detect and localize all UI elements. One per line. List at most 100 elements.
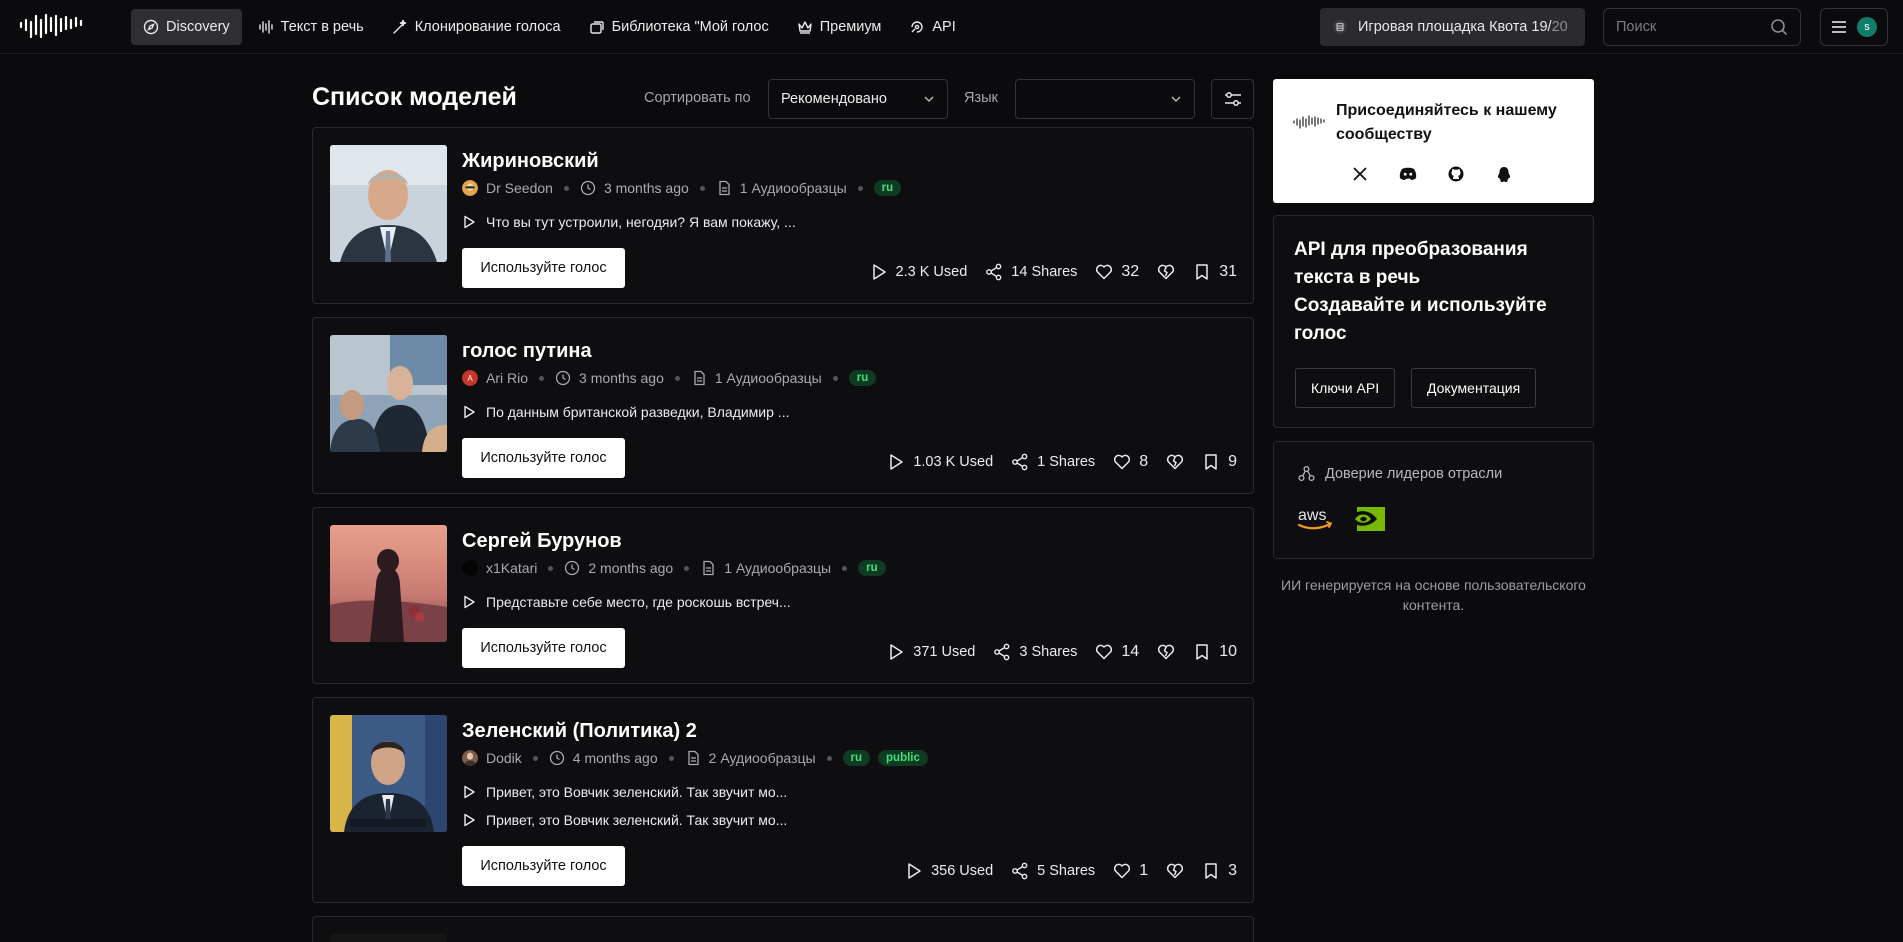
model-card[interactable]: Зеленский (Политика) 2 Dodik 4 months ag… — [312, 697, 1254, 903]
api-keys-button[interactable]: Ключи API — [1295, 368, 1396, 408]
documentation-button[interactable]: Документация — [1411, 368, 1537, 408]
play-icon — [890, 644, 904, 660]
use-voice-button[interactable]: Используйте голос — [462, 438, 625, 478]
trust-label: Доверие лидеров отрасли — [1325, 465, 1503, 482]
play-icon[interactable] — [462, 215, 476, 229]
model-thumbnail[interactable] — [330, 715, 447, 832]
saves-count: 9 — [1228, 453, 1237, 470]
model-meta: A Ari Rio 3 months ago 1 Аудиообразцы ru — [462, 370, 877, 386]
bookmark-icon — [1196, 264, 1208, 280]
broken-heart-icon — [1167, 863, 1184, 879]
saves-count: 3 — [1228, 862, 1237, 879]
share-button[interactable]: 3 Shares — [993, 643, 1077, 661]
model-title[interactable]: Жириновский — [462, 150, 599, 173]
share-button[interactable]: 1 Shares — [1011, 453, 1095, 471]
audio-sample[interactable]: Привет, это Вовчик зеленский. Так звучит… — [462, 812, 787, 828]
search-input[interactable] — [1616, 19, 1766, 35]
playground-quota[interactable]: Игровая площадка Квота 19/20 — [1320, 8, 1585, 46]
nav-api[interactable]: API — [897, 9, 967, 45]
filter-button[interactable] — [1211, 79, 1254, 119]
heart-icon — [1096, 264, 1113, 280]
use-voice-button[interactable]: Используйте голос — [462, 248, 625, 288]
dislike-button[interactable] — [1157, 263, 1175, 281]
like-button[interactable]: 8 — [1113, 453, 1148, 471]
dislike-button[interactable] — [1157, 643, 1175, 661]
nav-label: Текст в речь — [280, 19, 364, 35]
play-icon[interactable] — [462, 813, 476, 827]
hamburger-icon — [1832, 21, 1846, 33]
nav-text-to-speech[interactable]: Текст в речь — [246, 9, 376, 45]
model-card[interactable] — [312, 916, 1254, 942]
nav-discovery[interactable]: Discovery — [131, 9, 242, 45]
language-select[interactable] — [1015, 79, 1195, 119]
file-icon — [687, 750, 699, 766]
discord-icon[interactable] — [1399, 165, 1417, 183]
quota-used: 19/ — [1531, 19, 1552, 35]
model-thumbnail[interactable] — [330, 335, 447, 452]
play-icon[interactable] — [462, 405, 476, 419]
used-stat: 356 Used — [905, 862, 993, 880]
audio-sample[interactable]: Представьте себе место, где роскошь встр… — [462, 594, 791, 610]
language-tag: ru — [842, 750, 871, 766]
bookmark-button[interactable]: 9 — [1202, 453, 1237, 471]
author-name[interactable]: x1Katari — [486, 560, 537, 576]
qq-icon[interactable] — [1495, 165, 1513, 183]
share-button[interactable]: 5 Shares — [1011, 862, 1095, 880]
use-voice-button[interactable]: Используйте голос — [462, 846, 625, 886]
used-count: 356 Used — [931, 863, 994, 879]
audio-sample[interactable]: По данным британской разведки, Владимир … — [462, 404, 789, 420]
file-icon — [703, 560, 714, 576]
bookmark-button[interactable]: 10 — [1193, 643, 1237, 661]
saves-count: 31 — [1219, 263, 1237, 280]
model-thumbnail[interactable] — [330, 525, 447, 642]
api-title-line-1: API для преобразования текста в речь — [1294, 239, 1528, 288]
x-icon[interactable] — [1351, 165, 1369, 183]
search-box[interactable] — [1603, 8, 1801, 46]
play-icon[interactable] — [462, 785, 476, 799]
nav-voice-cloning[interactable]: Клонирование голоса — [380, 9, 573, 45]
nav-premium[interactable]: Премиум — [785, 9, 894, 45]
use-voice-button[interactable]: Используйте голос — [462, 628, 625, 668]
play-icon — [872, 264, 886, 280]
share-button[interactable]: 14 Shares — [985, 263, 1077, 281]
nav-library[interactable]: Библиотека "Мой голос — [577, 9, 781, 45]
aws-logo-text: aws — [1298, 507, 1326, 524]
app-logo[interactable] — [19, 13, 87, 39]
chevron-down-icon — [1171, 96, 1181, 102]
language-tag: ru — [873, 180, 902, 196]
avatar: s — [1857, 17, 1877, 37]
model-meta: Dr Seedon 3 months ago 1 Аудиообразцы ru — [462, 180, 902, 196]
search-icon[interactable] — [1770, 18, 1788, 36]
audio-sample[interactable]: Привет, это Вовчик зеленский. Так звучит… — [462, 784, 787, 800]
samples-count: 1 Аудиообразцы — [714, 370, 822, 386]
model-card[interactable]: Жириновский Dr Seedon 3 months ago 1 Ауд… — [312, 127, 1254, 304]
used-stat: 1.03 K Used — [887, 453, 993, 471]
user-menu-button[interactable]: s — [1820, 8, 1888, 46]
dislike-button[interactable] — [1166, 453, 1184, 471]
created-time: 2 months ago — [588, 560, 674, 576]
like-button[interactable]: 14 — [1095, 643, 1139, 661]
like-button[interactable]: 1 — [1113, 862, 1148, 880]
audio-sample[interactable]: Что вы тут устроили, негодяи? Я вам пока… — [462, 214, 796, 230]
dislike-button[interactable] — [1166, 862, 1184, 880]
chevron-down-icon — [924, 96, 934, 102]
model-title[interactable]: голос путина — [462, 340, 592, 363]
model-title[interactable]: Сергей Бурунов — [462, 530, 622, 553]
bookmark-button[interactable]: 31 — [1193, 263, 1237, 281]
github-icon[interactable] — [1447, 165, 1465, 183]
nvidia-logo — [1349, 507, 1385, 531]
model-thumbnail[interactable] — [330, 145, 447, 262]
model-title[interactable]: Зеленский (Политика) 2 — [462, 720, 697, 743]
model-thumbnail[interactable] — [330, 934, 447, 942]
author-name[interactable]: Ari Rio — [486, 370, 528, 386]
community-banner: Присоединяйтесь к нашему сообществу — [1273, 79, 1594, 203]
model-card[interactable]: Сергей Бурунов x1Katari 2 months ago 1 А… — [312, 507, 1254, 684]
bookmark-button[interactable]: 3 — [1202, 862, 1237, 880]
model-card[interactable]: голос путина A Ari Rio 3 months ago 1 Ау… — [312, 317, 1254, 494]
author-name[interactable]: Dr Seedon — [486, 180, 553, 196]
play-icon[interactable] — [462, 595, 476, 609]
author-name[interactable]: Dodik — [486, 750, 522, 766]
sort-select[interactable]: Рекомендовано — [768, 79, 948, 119]
like-button[interactable]: 32 — [1095, 263, 1139, 281]
app-logo — [1293, 115, 1325, 129]
